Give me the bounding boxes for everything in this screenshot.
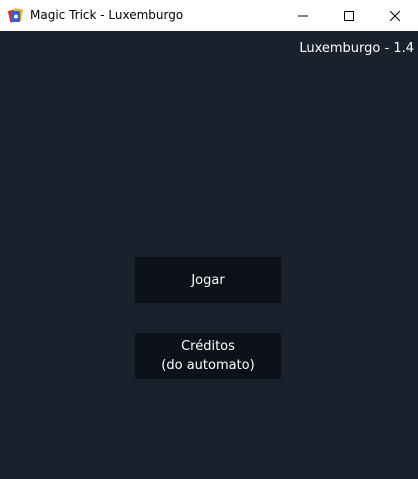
maximize-button[interactable]: [326, 0, 372, 31]
credits-button-sublabel: (do automato): [161, 358, 255, 373]
play-button-label: Jogar: [191, 272, 225, 288]
version-label: Luxemburgo - 1.4: [299, 41, 414, 56]
title-bar[interactable]: Magic Trick - Luxemburgo: [0, 0, 418, 31]
app-icon: [8, 7, 24, 23]
maximize-icon: [344, 10, 354, 21]
credits-button[interactable]: Créditos (do automato): [135, 333, 281, 379]
close-button[interactable]: [372, 0, 418, 31]
play-button[interactable]: Jogar: [135, 257, 281, 303]
credits-button-label: Créditos: [181, 339, 235, 354]
minimize-button[interactable]: [280, 0, 326, 31]
minimize-icon: [298, 15, 308, 16]
app-window: Magic Trick - Luxemburgo Luxemburgo - 1.…: [0, 0, 418, 479]
close-icon: [390, 10, 400, 21]
window-title: Magic Trick - Luxemburgo: [30, 8, 184, 22]
